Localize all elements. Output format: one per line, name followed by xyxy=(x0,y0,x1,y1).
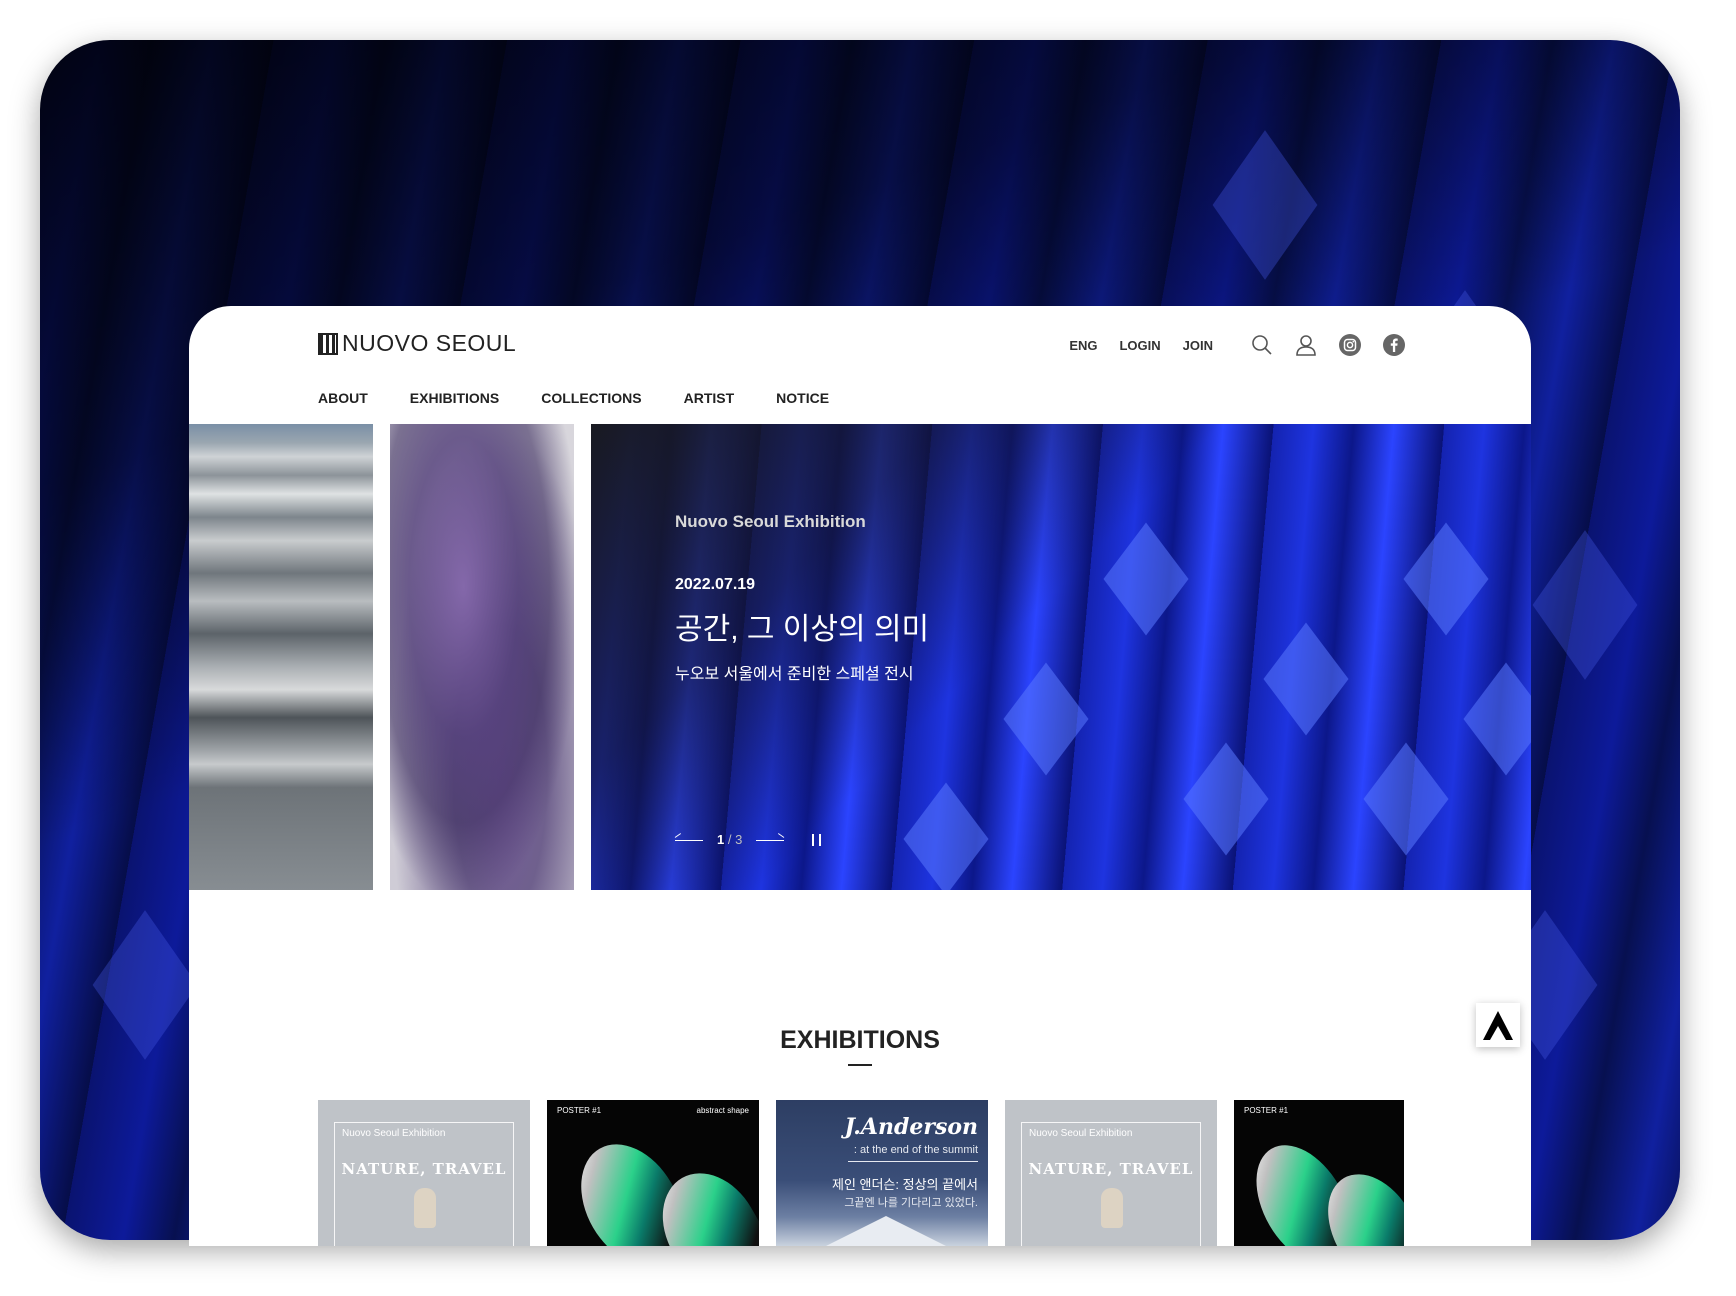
pager-current: 1 xyxy=(717,832,725,847)
login-link[interactable]: LOGIN xyxy=(1119,338,1160,353)
mountain-graphic xyxy=(826,1216,946,1246)
hero-caption: Nuovo Seoul Exhibition 2022.07.19 공간, 그 … xyxy=(675,512,929,684)
main-nav: ABOUT EXHIBITIONS COLLECTIONS ARTIST NOT… xyxy=(318,390,829,406)
poster-title: NATURE, TRAVEL xyxy=(1028,1160,1194,1178)
exhibitions-heading: EXHIBITIONS xyxy=(780,1026,940,1054)
search-icon[interactable] xyxy=(1249,332,1275,358)
logo-mark-icon xyxy=(318,332,338,355)
slide-thumb-architecture[interactable] xyxy=(189,424,373,890)
poster-label: Nuovo Seoul Exhibition xyxy=(342,1128,446,1139)
traveler-figure xyxy=(414,1188,436,1228)
slide-thumb-abstract[interactable] xyxy=(390,424,574,890)
poster-corner-label: POSTER #1 xyxy=(557,1106,602,1115)
hero-subtitle: Nuovo Seoul Exhibition xyxy=(675,512,866,531)
hero-description: 누오보 서울에서 준비한 스페셜 전시 xyxy=(675,666,914,683)
nav-collections[interactable]: COLLECTIONS xyxy=(541,390,641,406)
hero-title: 공간, 그 이상의 의미 xyxy=(675,613,930,646)
hero-slider: Nuovo Seoul Exhibition 2022.07.19 공간, 그 … xyxy=(189,424,1531,890)
pager-separator: / xyxy=(727,832,732,847)
prev-arrow-icon[interactable] xyxy=(675,835,703,845)
poster-tagline: : at the end of the summit xyxy=(853,1144,978,1156)
join-link[interactable]: JOIN xyxy=(1183,338,1213,353)
header-icons xyxy=(1249,332,1407,358)
site-logo[interactable]: NUOVO SEOUL xyxy=(318,330,516,357)
nav-notice[interactable]: NOTICE xyxy=(776,390,829,406)
facebook-icon[interactable] xyxy=(1381,332,1407,358)
poster-ko-title: 제인 앤더슨: 정상의 끝에서 xyxy=(831,1177,978,1192)
poster-corner-label: POSTER #1 xyxy=(1244,1106,1289,1115)
traveler-figure xyxy=(1101,1188,1123,1228)
poster-title: NATURE, TRAVEL xyxy=(341,1160,507,1178)
poster-card[interactable]: Nuovo Seoul Exhibition NATURE, TRAVEL xyxy=(318,1100,530,1246)
utility-links: ENG LOGIN JOIN xyxy=(1069,338,1213,353)
slide-pager: 1 / 3 xyxy=(717,832,742,847)
arrow-up-icon xyxy=(1483,1011,1513,1040)
poster-label: Nuovo Seoul Exhibition xyxy=(1029,1128,1133,1139)
nav-about[interactable]: ABOUT xyxy=(318,390,368,406)
nav-artist[interactable]: ARTIST xyxy=(684,390,735,406)
site-header: NUOVO SEOUL ENG LOGIN JOIN ABOUT EXHIBIT… xyxy=(189,306,1531,424)
slide-main: Nuovo Seoul Exhibition 2022.07.19 공간, 그 … xyxy=(591,424,1531,890)
instagram-icon[interactable] xyxy=(1337,332,1363,358)
poster-card[interactable]: POSTER #1 xyxy=(1234,1100,1404,1246)
slider-controls: 1 / 3 xyxy=(675,832,822,847)
user-icon[interactable] xyxy=(1293,332,1319,358)
pause-icon[interactable] xyxy=(812,833,822,846)
poster-corner-label: abstract shape xyxy=(696,1106,749,1115)
poster-card[interactable]: J.Anderson : at the end of the summit 제인… xyxy=(776,1100,988,1246)
hero-date: 2022.07.19 xyxy=(675,576,756,593)
poster-ko-subtitle: 그끝엔 나를 기다리고 있었다. xyxy=(844,1197,978,1209)
poster-artist-name: J.Anderson xyxy=(844,1114,978,1140)
heading-underline xyxy=(848,1064,872,1066)
poster-card[interactable]: Nuovo Seoul Exhibition NATURE, TRAVEL xyxy=(1005,1100,1217,1246)
lang-eng-link[interactable]: ENG xyxy=(1069,338,1097,353)
poster-card[interactable]: POSTER #1 abstract shape xyxy=(547,1100,759,1246)
browser-card: NUOVO SEOUL ENG LOGIN JOIN ABOUT EXHIBIT… xyxy=(189,306,1531,1246)
scroll-top-button[interactable] xyxy=(1476,1003,1520,1047)
logo-text: NUOVO SEOUL xyxy=(342,330,517,356)
nav-exhibitions[interactable]: EXHIBITIONS xyxy=(410,390,499,406)
next-arrow-icon[interactable] xyxy=(756,835,785,845)
pager-total: 3 xyxy=(735,832,743,847)
exhibition-posters: Nuovo Seoul Exhibition NATURE, TRAVEL PO… xyxy=(318,1100,1418,1246)
